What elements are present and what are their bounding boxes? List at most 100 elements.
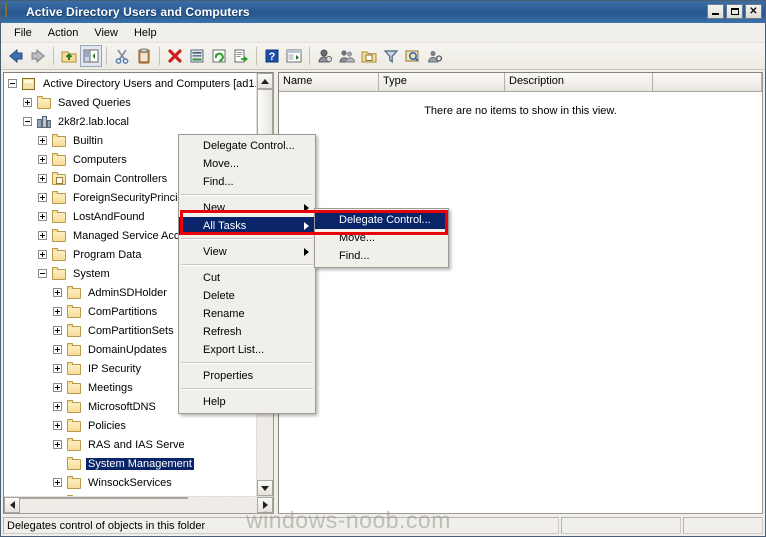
tree-expander-plus-icon[interactable] [53, 402, 62, 411]
menu-item-find[interactable]: Find... [179, 173, 315, 191]
menu-item-move[interactable]: Move... [315, 229, 448, 247]
tree-item-label: Policies [88, 419, 126, 432]
clipboard-paste-icon[interactable] [133, 45, 155, 67]
tree-expander-plus-icon[interactable] [38, 155, 47, 164]
list-empty-message: There are no items to show in this view. [279, 92, 762, 513]
menu-action[interactable]: Action [40, 25, 87, 41]
back-arrow-icon[interactable] [5, 45, 27, 67]
menu-item-label: Properties [203, 370, 254, 382]
tree-item[interactable]: Saved Queries [4, 93, 256, 112]
tree-expander-plus-icon[interactable] [53, 364, 62, 373]
delete-x-icon[interactable] [164, 45, 186, 67]
console-window-icon[interactable] [283, 45, 305, 67]
menu-item-view[interactable]: View [179, 243, 315, 261]
tree-item-label: MicrosoftDNS [88, 400, 156, 413]
tree-expander-plus-icon[interactable] [53, 421, 62, 430]
menu-item-label: Cut [203, 272, 221, 284]
tree-horizontal-scrollbar[interactable] [4, 496, 273, 513]
tree-expander-plus-icon[interactable] [38, 231, 47, 240]
menu-item-label: Delegate Control... [203, 140, 295, 152]
column-header-blank[interactable] [653, 73, 762, 91]
tree-expander-minus-icon[interactable] [8, 79, 17, 88]
tree-expander-plus-icon[interactable] [53, 288, 62, 297]
scroll-down-button[interactable] [257, 480, 273, 496]
new-ou-icon[interactable] [358, 45, 380, 67]
menu-item-move[interactable]: Move... [179, 155, 315, 173]
main-content: Active Directory Users and Computers [ad… [1, 70, 765, 516]
filter-funnel-icon[interactable] [380, 45, 402, 67]
menu-item-export-list[interactable]: Export List... [179, 341, 315, 359]
forward-arrow-icon[interactable] [27, 45, 49, 67]
minimize-button[interactable] [707, 4, 724, 19]
menu-view[interactable]: View [86, 25, 126, 41]
submenu-arrow-icon [304, 222, 309, 230]
folder-icon [51, 266, 67, 282]
menu-item-properties[interactable]: Properties [179, 367, 315, 385]
domain-icon [36, 114, 52, 130]
folder-icon [51, 247, 67, 263]
menu-item-label: View [203, 246, 227, 258]
tree-item[interactable]: RAS and IAS Serve [4, 435, 256, 454]
menu-item-new[interactable]: New [179, 199, 315, 217]
new-user-icon[interactable] [314, 45, 336, 67]
column-header-description[interactable]: Description [505, 73, 653, 91]
tree-expander-plus-icon[interactable] [53, 326, 62, 335]
new-group-icon[interactable] [336, 45, 358, 67]
export-list-icon[interactable] [230, 45, 252, 67]
tree-expander-minus-icon[interactable] [38, 269, 47, 278]
tree-item[interactable]: Active Directory Users and Computers [ad… [4, 74, 256, 93]
scroll-right-button[interactable] [257, 497, 273, 513]
menu-separator [181, 362, 313, 364]
help-question-icon[interactable]: ? [261, 45, 283, 67]
context-menu[interactable]: Delegate Control... Move... Find... New All … [178, 134, 316, 414]
scroll-up-button[interactable] [257, 73, 273, 89]
find-magnifier-icon[interactable] [402, 45, 424, 67]
menu-item-all-tasks[interactable]: All Tasks [179, 217, 315, 235]
refresh-icon[interactable] [208, 45, 230, 67]
tree-item[interactable]: Policies [4, 416, 256, 435]
close-button[interactable]: ✕ [745, 4, 762, 19]
folder-icon [51, 152, 67, 168]
tree-expander-plus-icon[interactable] [38, 193, 47, 202]
column-header-type[interactable]: Type [379, 73, 505, 91]
tree-expander-plus-icon[interactable] [38, 212, 47, 221]
tree-expander-plus-icon[interactable] [53, 440, 62, 449]
scroll-left-button[interactable] [4, 497, 20, 513]
menu-item-find[interactable]: Find... [315, 247, 448, 265]
context-submenu-all-tasks[interactable]: Delegate Control... Move... Find... [314, 208, 449, 268]
menu-file[interactable]: File [6, 25, 40, 41]
tree-expander-plus-icon[interactable] [38, 250, 47, 259]
toolbar-separator [159, 47, 160, 65]
tree-expander-plus-icon[interactable] [53, 478, 62, 487]
tree-expander-plus-icon[interactable] [53, 383, 62, 392]
tree-item[interactable]: 2k8r2.lab.local [4, 112, 256, 131]
scroll-track-h[interactable] [20, 497, 257, 513]
tree-expander-plus-icon[interactable] [53, 307, 62, 316]
up-folder-icon[interactable] [58, 45, 80, 67]
menu-item-refresh[interactable]: Refresh [179, 323, 315, 341]
properties-icon[interactable] [186, 45, 208, 67]
tree-item[interactable]: WMIPolicy [4, 492, 256, 496]
menu-item-delete[interactable]: Delete [179, 287, 315, 305]
scroll-thumb-h[interactable] [20, 497, 188, 499]
tree-expander-plus-icon[interactable] [53, 345, 62, 354]
tree-expander-plus-icon[interactable] [23, 98, 32, 107]
cut-scissors-icon[interactable] [111, 45, 133, 67]
menu-item-delegate-control[interactable]: Delegate Control... [315, 211, 448, 229]
column-header-name[interactable]: Name [279, 73, 379, 91]
tree-item-label: WMIPolicy [86, 496, 142, 497]
ou-folder-icon [51, 171, 67, 187]
menu-item-help[interactable]: Help [179, 393, 315, 411]
tree-item[interactable]: WinsockServices [4, 473, 256, 492]
maximize-button[interactable] [726, 4, 743, 19]
saved-query-icon[interactable] [424, 45, 446, 67]
menu-help[interactable]: Help [126, 25, 165, 41]
show-hide-tree-icon[interactable] [80, 45, 102, 67]
menu-item-rename[interactable]: Rename [179, 305, 315, 323]
menu-item-cut[interactable]: Cut [179, 269, 315, 287]
tree-expander-plus-icon[interactable] [38, 174, 47, 183]
menu-item-delegate-control[interactable]: Delegate Control... [179, 137, 315, 155]
tree-item[interactable]: System Management [4, 454, 256, 473]
tree-expander-plus-icon[interactable] [38, 136, 47, 145]
tree-expander-minus-icon[interactable] [23, 117, 32, 126]
